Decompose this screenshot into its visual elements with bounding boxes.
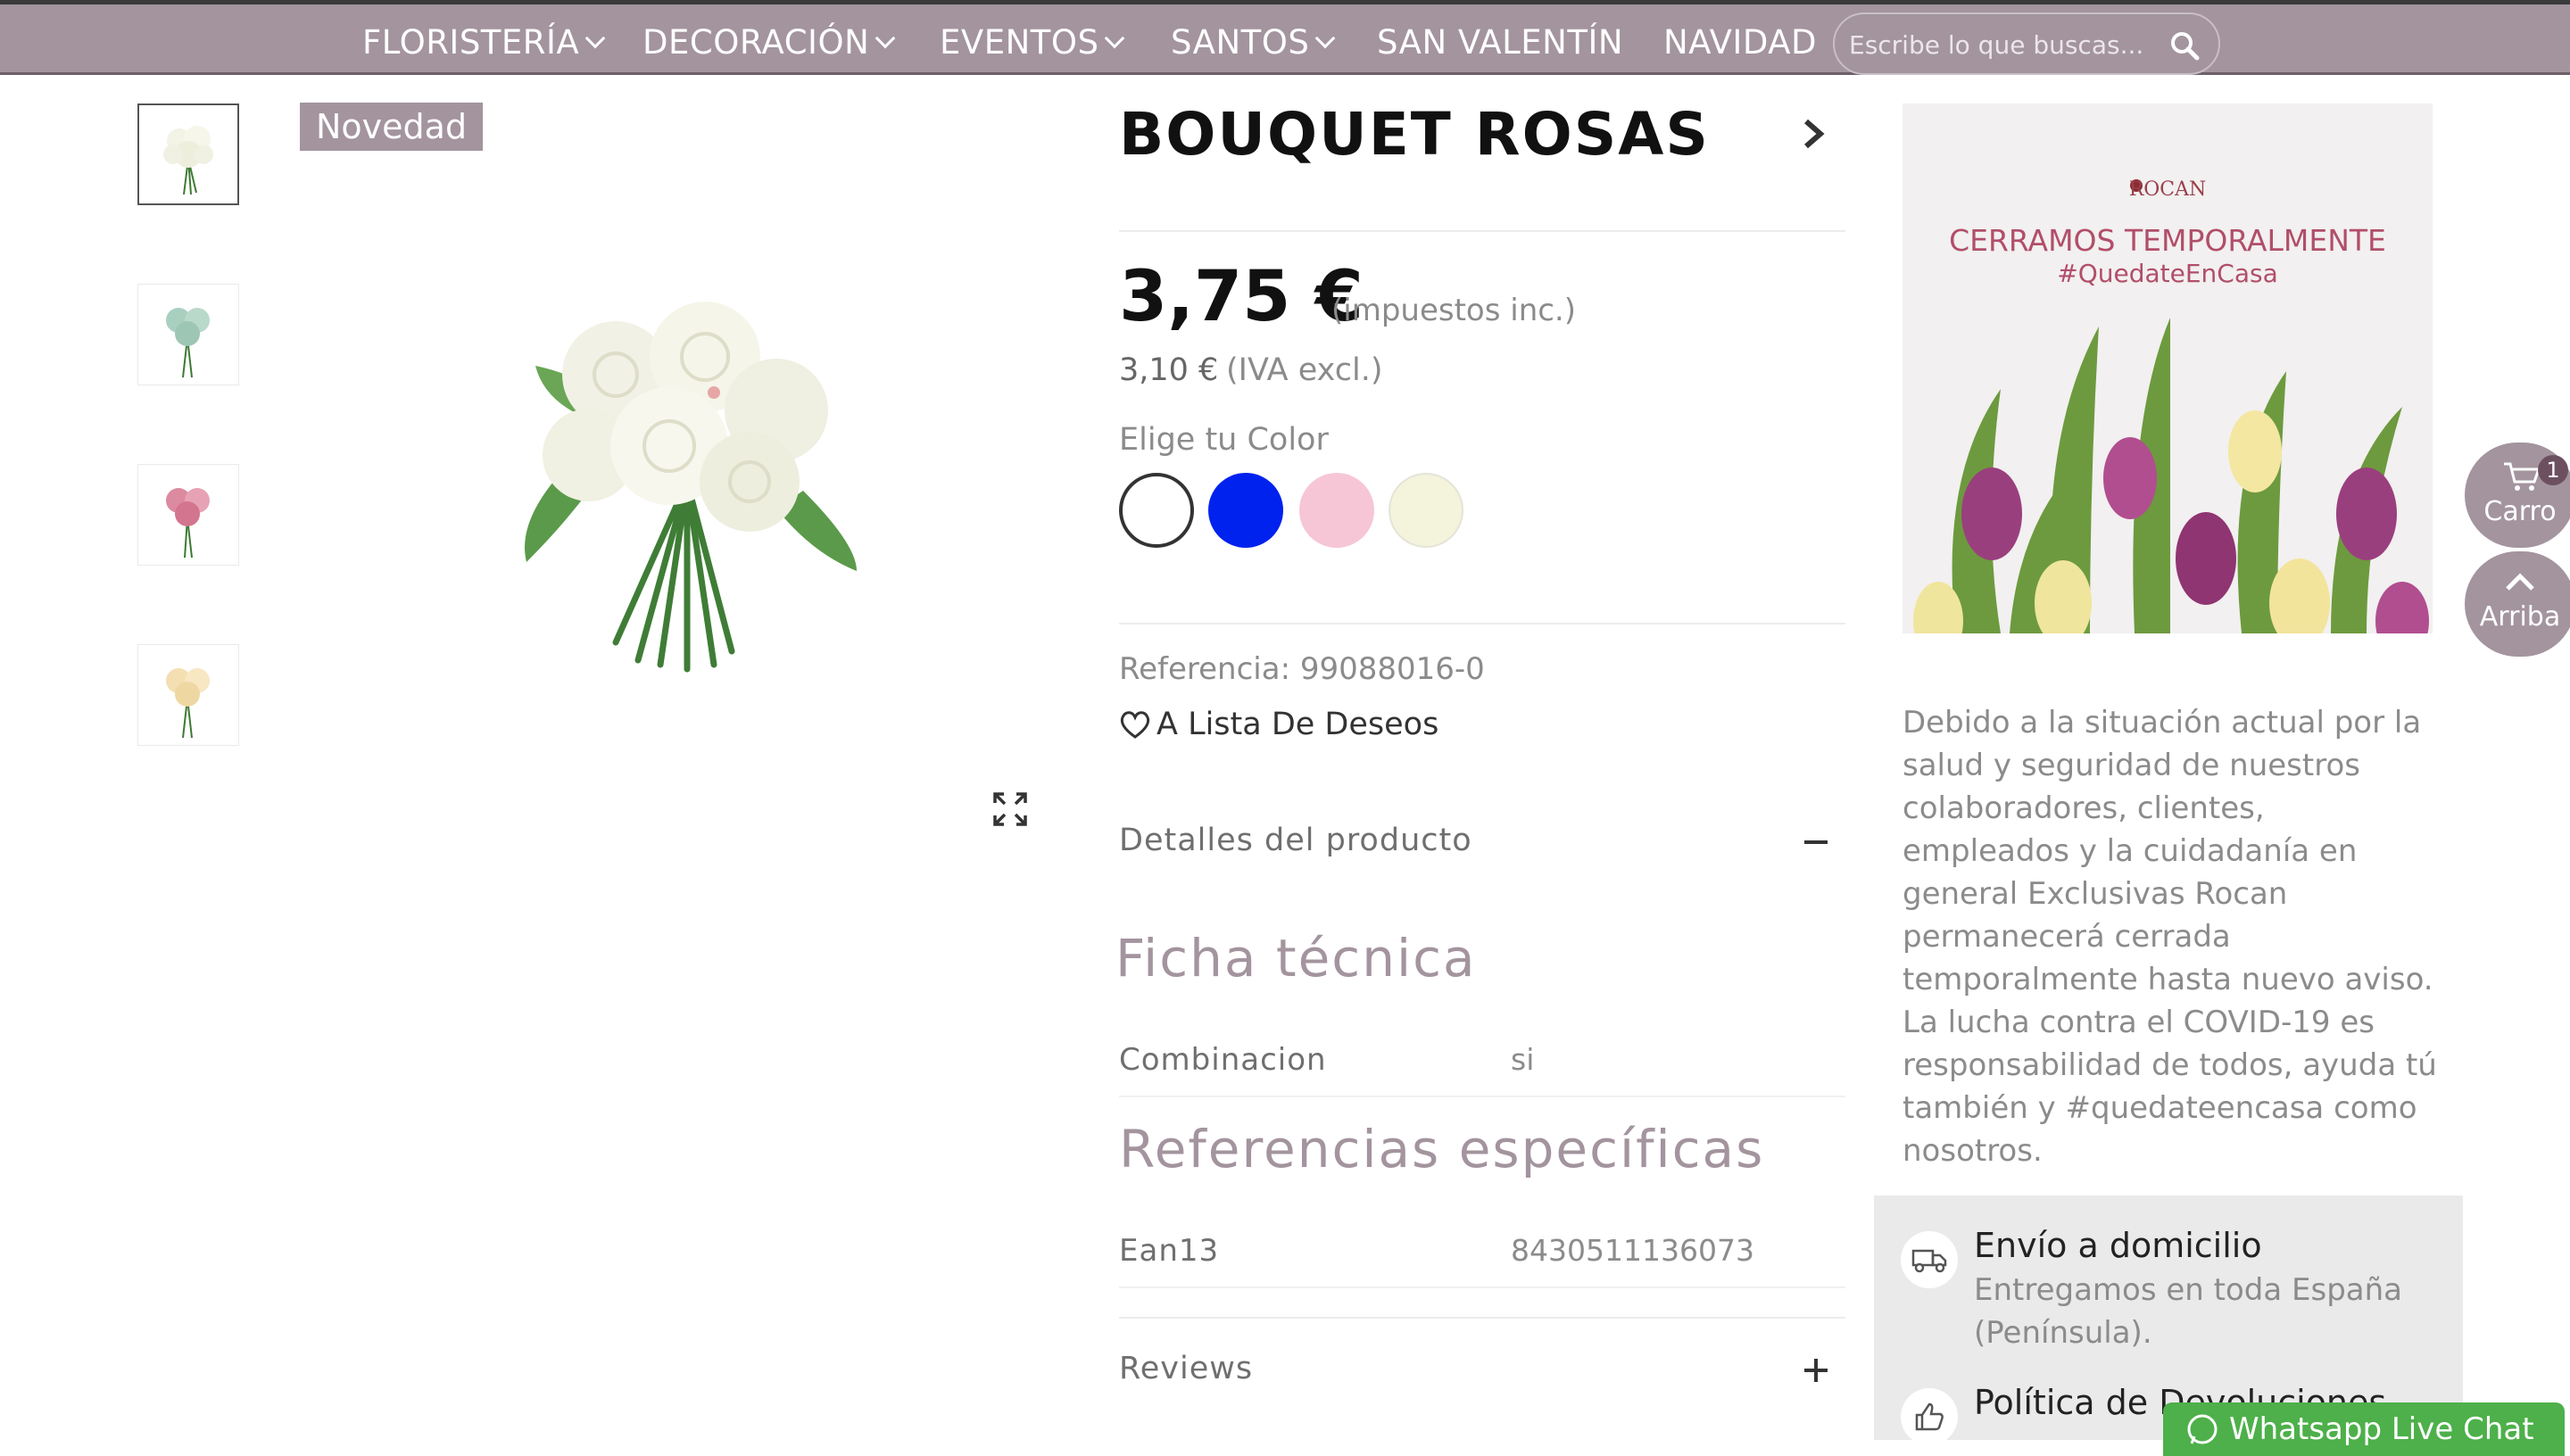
cart-icon bbox=[2504, 462, 2541, 491]
chevron-down-icon bbox=[1315, 28, 1336, 49]
minus-icon bbox=[1804, 840, 1828, 844]
banner-title: CERRAMOS TEMPORALMENTE bbox=[1949, 223, 2386, 258]
divider bbox=[1119, 623, 1845, 625]
price-excl-note: (IVA excl.) bbox=[1226, 352, 1383, 388]
product-title: BOUQUET ROSAS bbox=[1119, 100, 1710, 169]
spec-value-ean13: 8430511136073 bbox=[1511, 1233, 1754, 1268]
chevron-up-icon bbox=[2506, 573, 2534, 591]
search-input[interactable] bbox=[1847, 25, 2154, 64]
expand-icon[interactable] bbox=[993, 792, 1027, 826]
search-icon[interactable] bbox=[2168, 29, 2201, 62]
nav-item-san-valentin[interactable]: SAN VALENTÍN bbox=[1377, 17, 1623, 67]
chat-label: Whatsapp Live Chat bbox=[2229, 1411, 2534, 1447]
bouquet-image bbox=[166, 668, 210, 739]
reviews-label: Reviews bbox=[1119, 1351, 1254, 1386]
specific-references-title: Referencias específicas bbox=[1119, 1119, 1765, 1179]
chevron-down-icon bbox=[1105, 28, 1125, 49]
divider bbox=[1119, 1096, 1845, 1097]
promo-banner[interactable]: ROCAN CERRAMOS TEMPORALMENTE #QuedateEnC… bbox=[1903, 103, 2433, 633]
color-swatch-pink[interactable] bbox=[1299, 473, 1374, 548]
nav-item-label: NAVIDAD bbox=[1663, 22, 1817, 62]
product-price: 3,75 € bbox=[1119, 257, 1364, 337]
bouquet-image bbox=[166, 308, 210, 378]
reviews-toggle[interactable]: Reviews bbox=[1119, 1345, 1845, 1395]
nav-item-label: DECORACIÓN bbox=[642, 22, 870, 62]
new-badge: Novedad bbox=[300, 103, 484, 151]
divider bbox=[1119, 1286, 1845, 1288]
top-navigation-bar: FLORISTERÍA DECORACIÓN EVENTOS SANTOS SA… bbox=[0, 0, 2570, 75]
truck-icon bbox=[1901, 1231, 1958, 1288]
divider bbox=[1119, 230, 1845, 232]
thumbnail-cream-bouquet[interactable] bbox=[137, 644, 239, 746]
cart-count-badge: 1 bbox=[2538, 455, 2568, 485]
spec-label-combinacion: Combinacion bbox=[1119, 1042, 1327, 1078]
nav-item-label: SANTOS bbox=[1171, 22, 1310, 62]
spec-label-ean13: Ean13 bbox=[1119, 1233, 1220, 1269]
covid-notice: Debido a la situación actual por la salu… bbox=[1903, 705, 2437, 1169]
back-to-top-label: Arriba bbox=[2479, 601, 2561, 633]
thumbnail-blue-bouquet[interactable] bbox=[137, 284, 239, 385]
product-reference: Referencia: 99088016-0 bbox=[1119, 651, 1485, 687]
color-swatch-white[interactable] bbox=[1119, 473, 1194, 548]
tax-note: (impuestos inc.) bbox=[1331, 293, 1577, 328]
chevron-down-icon bbox=[875, 28, 896, 49]
details-label: Detalles del producto bbox=[1119, 823, 1472, 858]
thumbnail-pink-bouquet[interactable] bbox=[137, 464, 239, 566]
add-to-wishlist[interactable]: A Lista De Deseos bbox=[1119, 703, 1438, 746]
nav-item-eventos[interactable]: EVENTOS bbox=[940, 17, 1125, 67]
cart-label: Carro bbox=[2483, 496, 2557, 527]
nav-item-navidad[interactable]: NAVIDAD bbox=[1663, 17, 1817, 67]
nav-item-decoracion[interactable]: DECORACIÓN bbox=[642, 17, 896, 67]
wishlist-label: A Lista De Deseos bbox=[1156, 707, 1439, 742]
whatsapp-icon bbox=[2187, 1414, 2218, 1444]
search-box bbox=[1833, 12, 2220, 75]
banner-hashtag: #QuedateEnCasa bbox=[2057, 259, 2278, 288]
heart-icon bbox=[1120, 711, 1150, 739]
nav-item-floristeria[interactable]: FLORISTERÍA bbox=[362, 17, 606, 67]
shipping-title: Envío a domicilio bbox=[1974, 1226, 2262, 1265]
color-swatch-cream[interactable] bbox=[1389, 473, 1463, 548]
color-swatch-blue[interactable] bbox=[1208, 473, 1283, 548]
tech-sheet-title: Ficha técnica bbox=[1115, 928, 1477, 989]
thumbnail-white-bouquet[interactable] bbox=[137, 103, 239, 205]
back-to-top-button[interactable]: Arriba bbox=[2465, 551, 2570, 657]
bouquet-image bbox=[163, 126, 213, 195]
main-product-image[interactable] bbox=[482, 259, 875, 696]
nav-item-label: SAN VALENTÍN bbox=[1377, 22, 1624, 62]
divider bbox=[1119, 1317, 1845, 1319]
nav-item-label: FLORISTERÍA bbox=[362, 22, 580, 62]
whatsapp-chat-button[interactable]: Whatsapp Live Chat bbox=[2163, 1402, 2565, 1456]
color-label: Elige tu Color bbox=[1119, 422, 1329, 458]
thumbs-up-icon bbox=[1901, 1388, 1958, 1445]
chevron-right-icon[interactable] bbox=[1801, 116, 1828, 152]
spec-value-combinacion: si bbox=[1511, 1042, 1535, 1077]
chevron-down-icon bbox=[584, 28, 606, 49]
price-excl-tax: 3,10 € bbox=[1119, 352, 1219, 388]
bouquet-image bbox=[166, 488, 210, 558]
banner-brand: ROCAN bbox=[2128, 178, 2207, 201]
shipping-text: Entregamos en toda España (Península). bbox=[1974, 1272, 2403, 1351]
cart-button[interactable]: 1 Carro bbox=[2465, 443, 2570, 548]
nav-item-label: EVENTOS bbox=[940, 22, 1099, 62]
nav-item-santos[interactable]: SANTOS bbox=[1171, 17, 1336, 67]
plus-icon-bar bbox=[1814, 1359, 1818, 1382]
product-details-toggle[interactable]: Detalles del producto bbox=[1119, 819, 1845, 869]
